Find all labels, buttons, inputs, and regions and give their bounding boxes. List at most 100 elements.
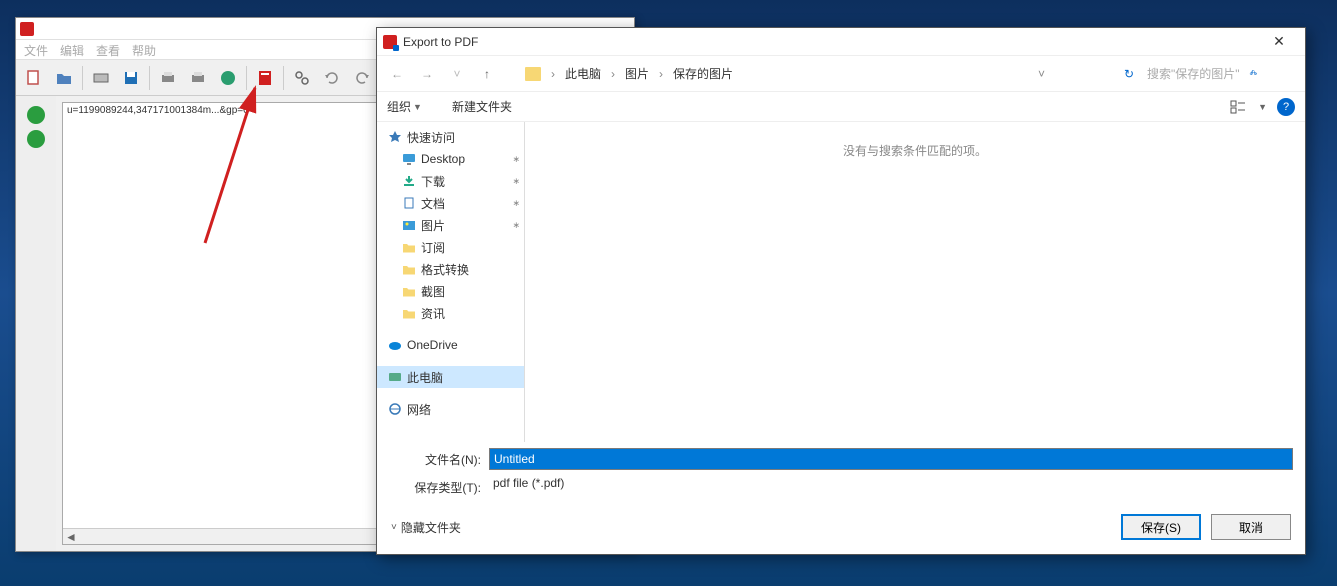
refresh-icon[interactable]: ↻ [1117,62,1141,86]
app-logo-icon [20,22,34,36]
tree-item-格式转换[interactable]: 格式转换 [377,258,524,280]
app-sidebar [16,96,56,551]
dialog-body: 快速访问 Desktop ∗ 下载 ∗ 文档∗ 图片 ∗ 订阅格式转换截图资讯 OneDrive 此… [377,122,1305,442]
pic-icon [401,218,417,232]
tree-item-label: Desktop [421,152,465,166]
search-placeholder: 搜索"保存的图片" [1147,65,1240,82]
tb-print2-icon[interactable] [184,64,212,92]
tb-undo-icon[interactable] [318,64,346,92]
tree-item-label: 网络 [407,401,431,418]
cancel-button[interactable]: 取消 [1211,514,1291,540]
tree-item-快速访问[interactable]: 快速访问 [377,126,524,148]
close-button[interactable]: ✕ [1259,30,1299,54]
bc-item-pictures[interactable]: 图片 [621,63,653,84]
menu-edit[interactable]: 编辑 [60,42,84,57]
new-folder-label: 新建文件夹 [452,98,512,115]
pin-icon: ∗ [512,176,520,187]
tree-item-下载[interactable]: 下载 ∗ [377,170,524,192]
tb-open-icon[interactable] [50,64,78,92]
organize-label: 组织 [387,98,411,115]
dialog-fields: 文件名(N): 保存类型(T): pdf file (*.pdf) [377,442,1305,504]
tb-pdf-icon[interactable] [251,64,279,92]
organize-button[interactable]: 组织 ▼ [387,98,422,115]
tree-item-资讯[interactable]: 资讯 [377,302,524,324]
sidebar-dot-1-icon[interactable] [27,106,45,124]
tree-item-label: 文档 [421,195,445,212]
bc-sep[interactable]: › [655,67,667,81]
menu-help[interactable]: 帮助 [132,42,156,57]
onedrive-icon [387,338,403,352]
folder-icon [401,240,417,254]
tb-print-icon[interactable] [154,64,182,92]
doc-icon [401,196,417,210]
tree-item-订阅[interactable]: 订阅 [377,236,524,258]
tree-item-label: 截图 [421,283,445,300]
view-mode-icon[interactable] [1228,97,1248,117]
nav-back-icon[interactable]: ← [385,62,409,86]
tree-item-label: 格式转换 [421,261,469,278]
filetype-combo[interactable]: pdf file (*.pdf) [489,476,1293,498]
breadcrumb[interactable]: › 此电脑 › 图片 › 保存的图片 ˅ ↻ [525,62,1141,86]
sidebar-dot-2-icon[interactable] [27,130,45,148]
pin-icon: ∗ [512,220,520,231]
help-icon[interactable]: ? [1277,98,1295,116]
tb-new-icon[interactable] [20,64,48,92]
save-button[interactable]: 保存(S) [1121,514,1201,540]
dialog-titlebar: Export to PDF ✕ [377,28,1305,56]
view-dropdown-icon[interactable]: ▼ [1258,102,1267,112]
tb-share-icon[interactable] [214,64,242,92]
search-icon[interactable]: ⰾ [1250,66,1270,81]
nav-dropdown-icon[interactable]: ˅ [445,62,469,86]
tb-scan-icon[interactable] [87,64,115,92]
tree-item-onedrive[interactable]: OneDrive [377,334,524,356]
tree-item-网络[interactable]: 网络 [377,398,524,420]
tree-item-label: 订阅 [421,239,445,256]
tree-item-label: 快速访问 [407,129,455,146]
dialog-title: Export to PDF [403,35,1259,49]
nav-forward-icon[interactable]: → [415,62,439,86]
dialog-footer: ˅ 隐藏文件夹 保存(S) 取消 [377,504,1305,554]
bc-sep[interactable]: › [607,67,619,81]
thumbnail-label: u=1199089244,347171001384m...&gp=0 [67,105,249,116]
tb-redo-icon[interactable] [348,64,376,92]
nav-up-icon[interactable]: ↑ [475,62,499,86]
desktop-icon [401,152,417,166]
tree-item-文档[interactable]: 文档∗ [377,192,524,214]
hide-folders-toggle[interactable]: ˅ 隐藏文件夹 [391,519,461,536]
folder-icon [401,262,417,276]
folder-tree[interactable]: 快速访问 Desktop ∗ 下载 ∗ 文档∗ 图片 ∗ 订阅格式转换截图资讯 OneDrive 此… [377,122,525,442]
dialog-nav: ← → ˅ ↑ › 此电脑 › 图片 › 保存的图片 ˅ ↻ 搜索"保存的图片"… [377,56,1305,92]
bc-item-saved[interactable]: 保存的图片 [669,63,737,84]
expand-icon: ˅ [391,522,397,533]
new-folder-button[interactable]: 新建文件夹 [452,98,512,115]
tree-item-图片[interactable]: 图片 ∗ [377,214,524,236]
search-box[interactable]: 搜索"保存的图片" ⰾ [1147,65,1297,82]
bc-dropdown-icon[interactable]: ˅ [1038,67,1045,81]
tree-item-截图[interactable]: 截图 [377,280,524,302]
network-icon [387,402,403,416]
filetype-label: 保存类型(T): [389,479,489,496]
dialog-logo-icon [383,35,397,49]
tree-item-label: 资讯 [421,305,445,322]
breadcrumb-folder-icon [525,67,541,81]
tree-item-此电脑[interactable]: 此电脑 [377,366,524,388]
hide-folders-label: 隐藏文件夹 [401,519,461,536]
scroll-left-icon[interactable]: ◄ [63,530,79,544]
file-list-area[interactable]: 没有与搜索条件匹配的项。 [525,122,1305,442]
tree-item-label: OneDrive [407,338,458,352]
filename-input[interactable] [489,448,1293,470]
bc-item-pc[interactable]: 此电脑 [561,63,605,84]
menu-file[interactable]: 文件 [24,42,48,57]
tree-item-label: 下载 [421,173,445,190]
tb-settings-icon[interactable] [288,64,316,92]
tree-item-label: 图片 [421,217,445,234]
bc-sep[interactable]: › [547,67,559,81]
star-icon [387,130,403,144]
organize-dropdown-icon: ▼ [413,102,422,112]
pin-icon: ∗ [512,154,520,165]
tb-save-icon[interactable] [117,64,145,92]
menu-view[interactable]: 查看 [96,42,120,57]
download-icon [401,174,417,188]
tree-item-desktop[interactable]: Desktop ∗ [377,148,524,170]
tree-item-label: 此电脑 [407,369,443,386]
